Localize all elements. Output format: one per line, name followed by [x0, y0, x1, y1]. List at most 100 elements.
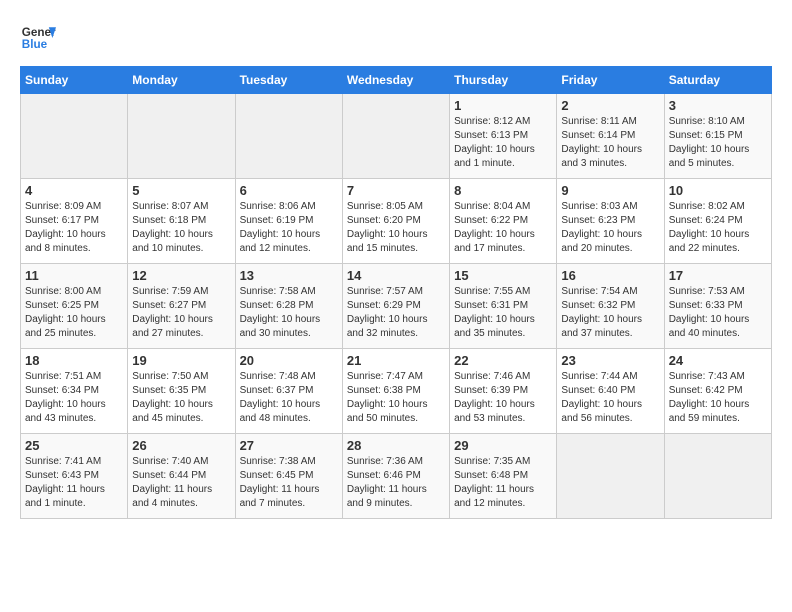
page-header: General Blue	[20, 20, 772, 56]
day-info: Sunrise: 7:58 AM Sunset: 6:28 PM Dayligh…	[240, 285, 338, 341]
calendar-cell: 27Sunrise: 7:38 AM Sunset: 6:45 PM Dayli…	[235, 434, 342, 519]
calendar-cell: 18 Sunrise: 7:51 AM Sunset: 6:34 PM Dayli…	[21, 349, 128, 434]
day-info: Sunrise: 7:54 AM Sunset: 6:32 PM Dayligh…	[561, 285, 659, 341]
day-number: 12	[132, 268, 230, 283]
day-info: Sunrise: 7:41 AM Sunset: 6:43 PM Dayligh…	[25, 455, 123, 511]
calendar-cell: 14 Sunrise: 7:57 AM Sunset: 6:29 PM Dayli…	[342, 264, 449, 349]
calendar-cell	[128, 94, 235, 179]
day-number: 15	[454, 268, 552, 283]
calendar-header-row: SundayMondayTuesdayWednesdayThursdayFrid…	[21, 67, 772, 94]
day-number: 1	[454, 98, 552, 113]
week-row-1: 1 Sunrise: 8:12 AM Sunset: 6:13 PM Daylig…	[21, 94, 772, 179]
svg-text:Blue: Blue	[22, 38, 48, 51]
day-number: 22	[454, 353, 552, 368]
day-info: Sunrise: 7:55 AM Sunset: 6:31 PM Dayligh…	[454, 285, 552, 341]
day-info: Sunrise: 7:48 AM Sunset: 6:37 PM Dayligh…	[240, 370, 338, 426]
calendar-cell: 28Sunrise: 7:36 AM Sunset: 6:46 PM Dayli…	[342, 434, 449, 519]
day-header-wednesday: Wednesday	[342, 67, 449, 94]
calendar-cell: 5 Sunrise: 8:07 AM Sunset: 6:18 PM Daylig…	[128, 179, 235, 264]
week-row-3: 11 Sunrise: 8:00 AM Sunset: 6:25 PM Dayli…	[21, 264, 772, 349]
day-info: Sunrise: 7:53 AM Sunset: 6:33 PM Dayligh…	[669, 285, 767, 341]
day-info: Sunrise: 8:06 AM Sunset: 6:19 PM Dayligh…	[240, 200, 338, 256]
calendar-cell: 16 Sunrise: 7:54 AM Sunset: 6:32 PM Dayli…	[557, 264, 664, 349]
logo-icon: General Blue	[20, 20, 56, 56]
day-info: Sunrise: 7:57 AM Sunset: 6:29 PM Dayligh…	[347, 285, 445, 341]
day-number: 2	[561, 98, 659, 113]
calendar-cell	[235, 94, 342, 179]
day-info: Sunrise: 8:09 AM Sunset: 6:17 PM Dayligh…	[25, 200, 123, 256]
calendar-cell	[21, 94, 128, 179]
day-number: 10	[669, 183, 767, 198]
day-info: Sunrise: 8:02 AM Sunset: 6:24 PM Dayligh…	[669, 200, 767, 256]
day-info: Sunrise: 7:47 AM Sunset: 6:38 PM Dayligh…	[347, 370, 445, 426]
calendar-cell	[342, 94, 449, 179]
calendar-cell: 23 Sunrise: 7:44 AM Sunset: 6:40 PM Dayli…	[557, 349, 664, 434]
day-number: 16	[561, 268, 659, 283]
calendar-cell: 21 Sunrise: 7:47 AM Sunset: 6:38 PM Dayli…	[342, 349, 449, 434]
day-info: Sunrise: 7:50 AM Sunset: 6:35 PM Dayligh…	[132, 370, 230, 426]
calendar-table: SundayMondayTuesdayWednesdayThursdayFrid…	[20, 66, 772, 519]
logo: General Blue	[20, 20, 56, 56]
day-number: 8	[454, 183, 552, 198]
day-number: 18	[25, 353, 123, 368]
calendar-cell: 25 Sunrise: 7:41 AM Sunset: 6:43 PM Dayli…	[21, 434, 128, 519]
calendar-cell: 10 Sunrise: 8:02 AM Sunset: 6:24 PM Dayli…	[664, 179, 771, 264]
day-info: Sunrise: 7:36 AM Sunset: 6:46 PM Dayligh…	[347, 455, 445, 511]
day-number: 13	[240, 268, 338, 283]
day-number: 29	[454, 438, 552, 453]
calendar-cell: 22 Sunrise: 7:46 AM Sunset: 6:39 PM Dayli…	[450, 349, 557, 434]
calendar-cell	[557, 434, 664, 519]
day-info: Sunrise: 7:44 AM Sunset: 6:40 PM Dayligh…	[561, 370, 659, 426]
calendar-cell: 11 Sunrise: 8:00 AM Sunset: 6:25 PM Dayli…	[21, 264, 128, 349]
calendar-cell: 1 Sunrise: 8:12 AM Sunset: 6:13 PM Daylig…	[450, 94, 557, 179]
day-info: Sunrise: 7:40 AM Sunset: 6:44 PM Dayligh…	[132, 455, 230, 511]
week-row-2: 4 Sunrise: 8:09 AM Sunset: 6:17 PM Daylig…	[21, 179, 772, 264]
calendar-cell: 26 Sunrise: 7:40 AM Sunset: 6:44 PM Dayli…	[128, 434, 235, 519]
day-info: Sunrise: 8:03 AM Sunset: 6:23 PM Dayligh…	[561, 200, 659, 256]
day-number: 24	[669, 353, 767, 368]
week-row-5: 25 Sunrise: 7:41 AM Sunset: 6:43 PM Dayli…	[21, 434, 772, 519]
calendar-cell: 9 Sunrise: 8:03 AM Sunset: 6:23 PM Daylig…	[557, 179, 664, 264]
day-header-tuesday: Tuesday	[235, 67, 342, 94]
calendar-cell: 7 Sunrise: 8:05 AM Sunset: 6:20 PM Daylig…	[342, 179, 449, 264]
calendar-cell: 19Sunrise: 7:50 AM Sunset: 6:35 PM Dayli…	[128, 349, 235, 434]
calendar-cell: 6 Sunrise: 8:06 AM Sunset: 6:19 PM Daylig…	[235, 179, 342, 264]
calendar-cell: 12Sunrise: 7:59 AM Sunset: 6:27 PM Dayli…	[128, 264, 235, 349]
day-number: 7	[347, 183, 445, 198]
day-number: 11	[25, 268, 123, 283]
day-number: 5	[132, 183, 230, 198]
day-number: 6	[240, 183, 338, 198]
day-info: Sunrise: 7:51 AM Sunset: 6:34 PM Dayligh…	[25, 370, 123, 426]
day-number: 17	[669, 268, 767, 283]
day-number: 26	[132, 438, 230, 453]
day-info: Sunrise: 8:11 AM Sunset: 6:14 PM Dayligh…	[561, 115, 659, 171]
day-header-saturday: Saturday	[664, 67, 771, 94]
day-info: Sunrise: 7:46 AM Sunset: 6:39 PM Dayligh…	[454, 370, 552, 426]
day-number: 23	[561, 353, 659, 368]
day-info: Sunrise: 8:00 AM Sunset: 6:25 PM Dayligh…	[25, 285, 123, 341]
day-number: 3	[669, 98, 767, 113]
calendar-cell	[664, 434, 771, 519]
calendar-cell: 17 Sunrise: 7:53 AM Sunset: 6:33 PM Dayli…	[664, 264, 771, 349]
calendar-cell: 3 Sunrise: 8:10 AM Sunset: 6:15 PM Daylig…	[664, 94, 771, 179]
day-info: Sunrise: 8:10 AM Sunset: 6:15 PM Dayligh…	[669, 115, 767, 171]
day-header-sunday: Sunday	[21, 67, 128, 94]
day-number: 9	[561, 183, 659, 198]
calendar-cell: 29Sunrise: 7:35 AM Sunset: 6:48 PM Dayli…	[450, 434, 557, 519]
day-header-monday: Monday	[128, 67, 235, 94]
day-number: 20	[240, 353, 338, 368]
day-info: Sunrise: 8:05 AM Sunset: 6:20 PM Dayligh…	[347, 200, 445, 256]
calendar-body: 1 Sunrise: 8:12 AM Sunset: 6:13 PM Daylig…	[21, 94, 772, 519]
day-number: 25	[25, 438, 123, 453]
day-number: 4	[25, 183, 123, 198]
day-info: Sunrise: 8:07 AM Sunset: 6:18 PM Dayligh…	[132, 200, 230, 256]
calendar-cell: 13 Sunrise: 7:58 AM Sunset: 6:28 PM Dayli…	[235, 264, 342, 349]
day-number: 21	[347, 353, 445, 368]
day-info: Sunrise: 7:43 AM Sunset: 6:42 PM Dayligh…	[669, 370, 767, 426]
calendar-cell: 8Sunrise: 8:04 AM Sunset: 6:22 PM Daylig…	[450, 179, 557, 264]
calendar-cell: 2 Sunrise: 8:11 AM Sunset: 6:14 PM Daylig…	[557, 94, 664, 179]
calendar-cell: 20 Sunrise: 7:48 AM Sunset: 6:37 PM Dayli…	[235, 349, 342, 434]
day-header-thursday: Thursday	[450, 67, 557, 94]
day-number: 14	[347, 268, 445, 283]
day-info: Sunrise: 8:12 AM Sunset: 6:13 PM Dayligh…	[454, 115, 552, 171]
